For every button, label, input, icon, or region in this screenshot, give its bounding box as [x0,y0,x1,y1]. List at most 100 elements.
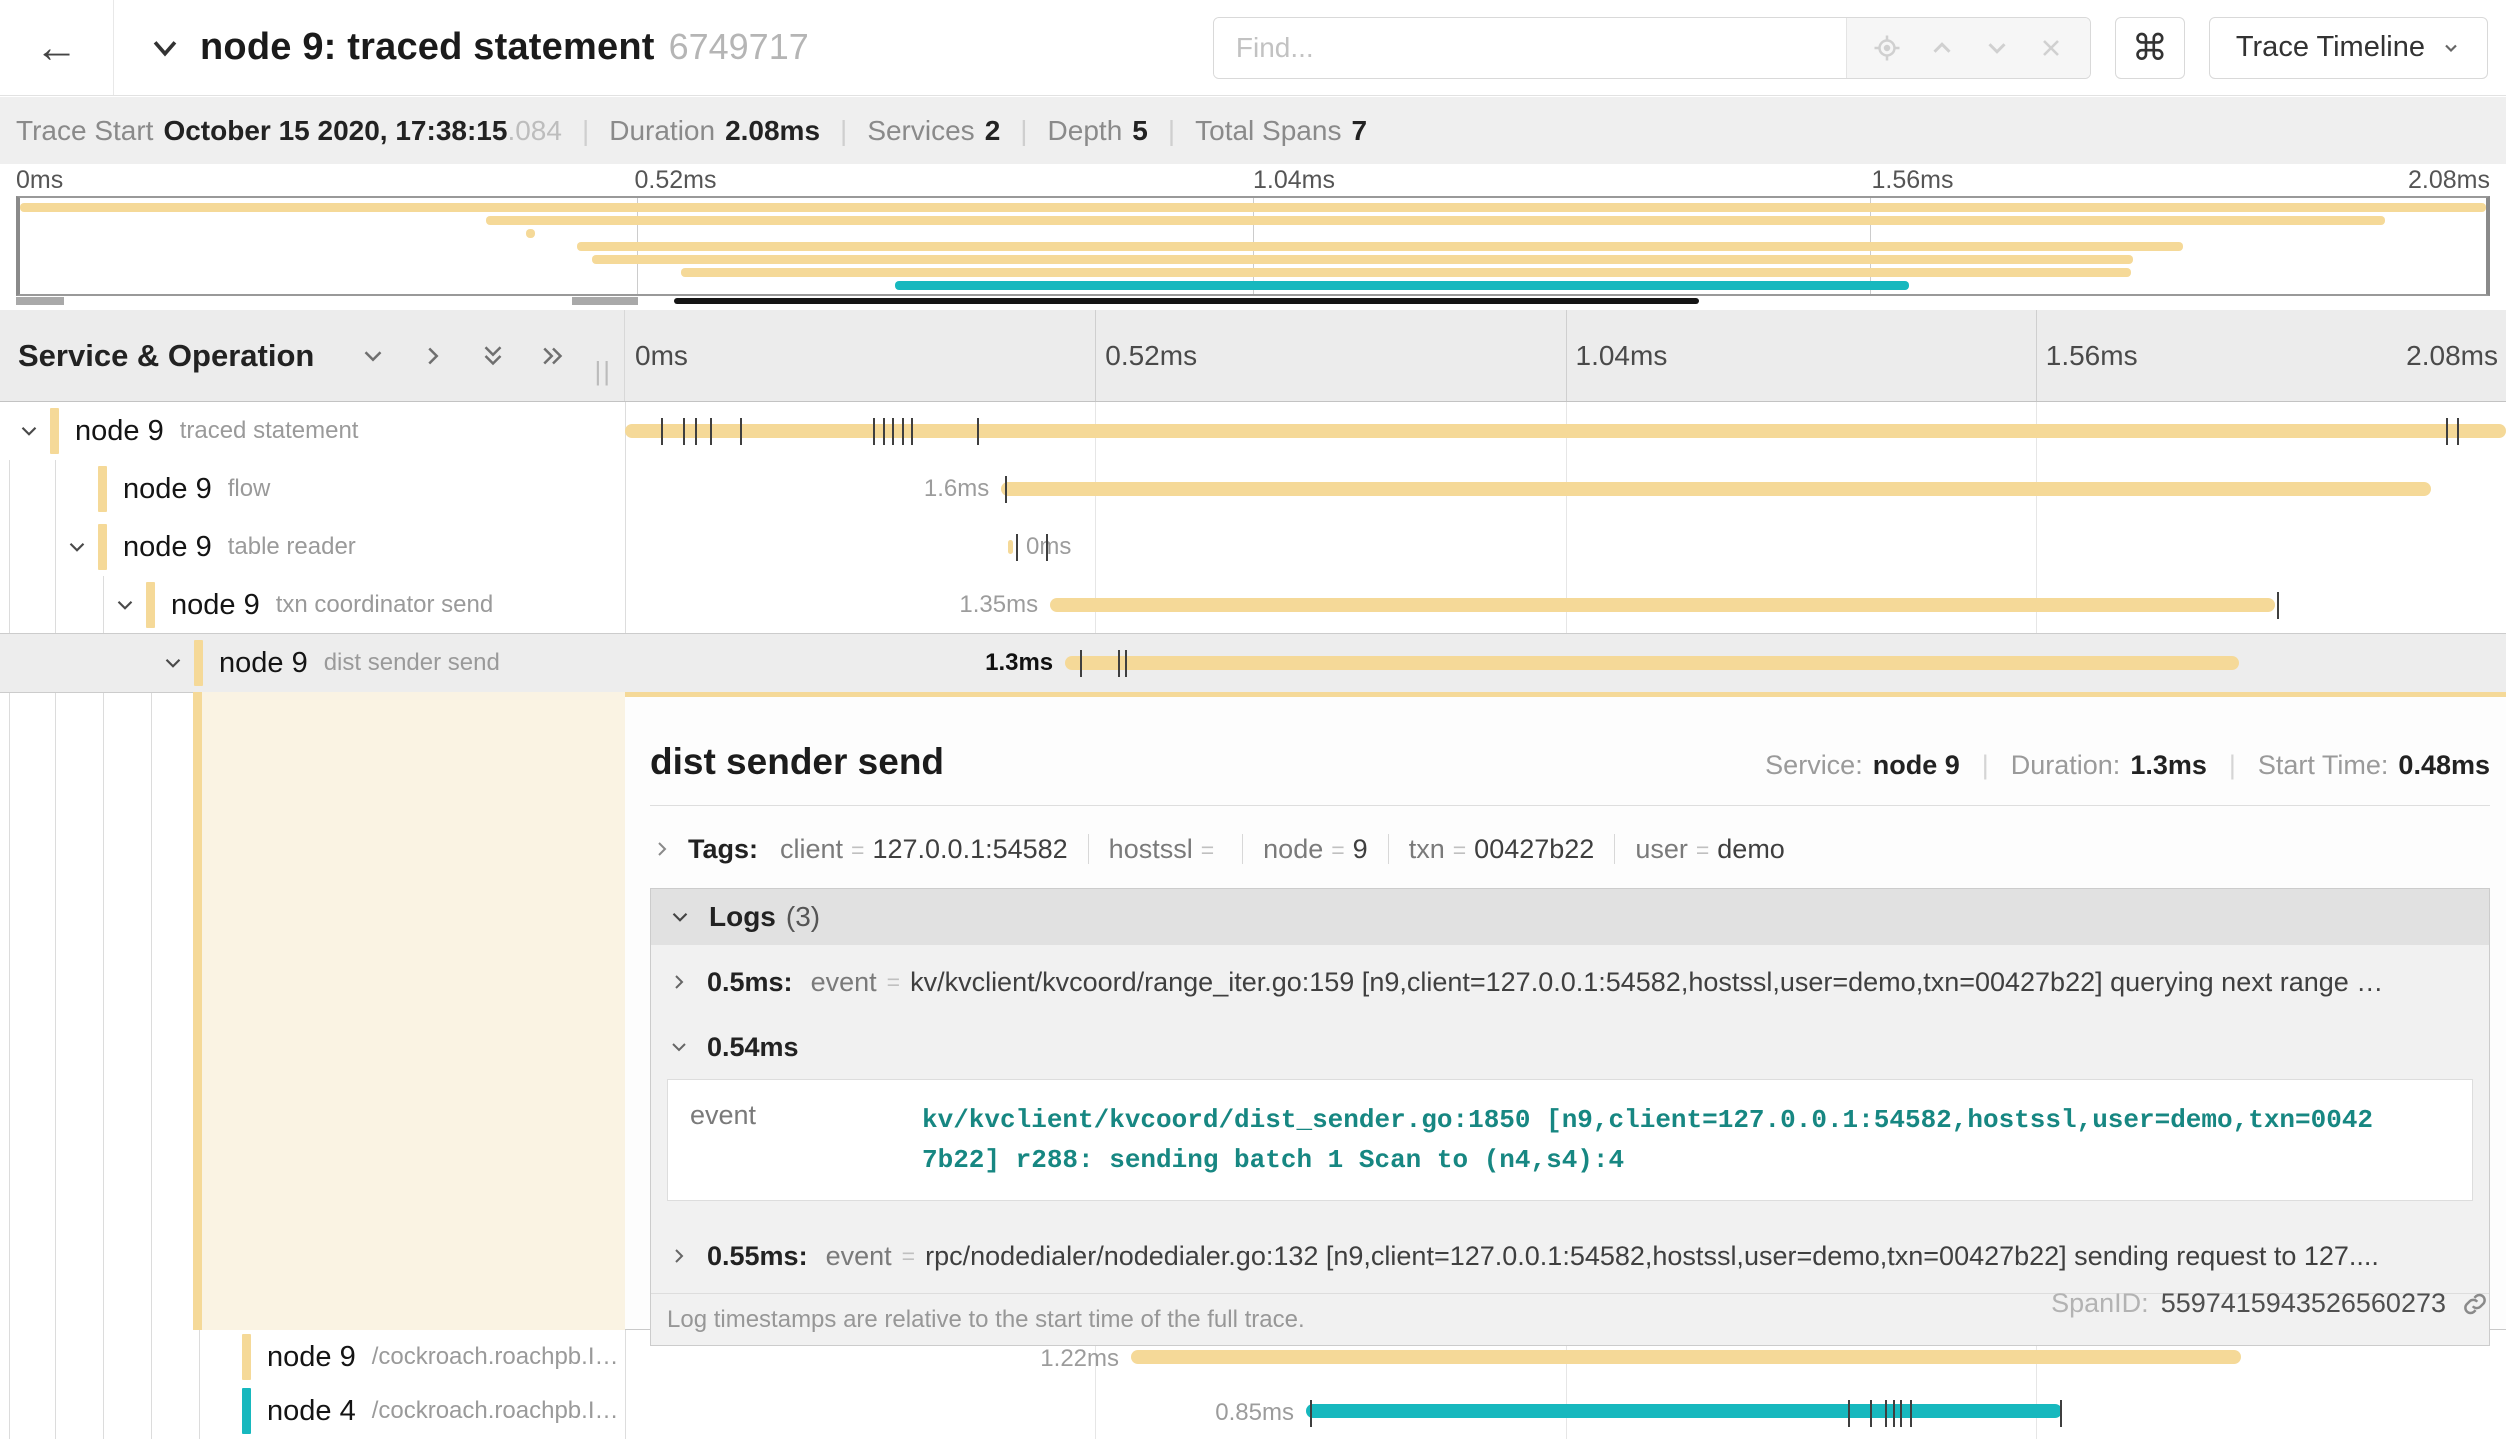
expand-one-icon[interactable] [418,341,448,371]
chevron-right-icon [667,970,691,994]
chevron-down-icon[interactable] [160,650,186,676]
trace-minimap: 0ms 0.52ms 1.04ms 1.56ms 2.08ms [0,164,2506,310]
detail-indent-strip [202,692,625,1330]
log-timestamp: 0.55ms: [707,1241,808,1272]
collapse-one-icon[interactable] [358,341,388,371]
find-clear-icon[interactable] [2037,34,2065,62]
minimap-scrubber-left[interactable] [16,297,64,305]
span-bar[interactable] [1131,1350,2241,1364]
trace-title: node 9: traced statement [200,26,655,68]
log-event-detail: event kv/kvclient/kvcoord/dist_sender.go… [667,1079,2473,1201]
operation-name: dist sender send [324,649,500,677]
span-bar[interactable] [1050,598,2275,612]
duration-label: 1.3ms [985,634,1065,692]
logs-count: (3) [786,901,820,933]
span-row-flow[interactable]: node 9 flow 1.6ms [0,460,2506,518]
span-detail-title: dist sender send [650,741,944,783]
minimap-scrollbar[interactable] [674,298,1699,304]
minimap-bars [20,198,2486,294]
minimap-scrubber-right[interactable] [572,297,638,305]
chevron-down-icon [2441,38,2461,58]
log-field-key: event [811,967,877,998]
span-rows: node 9 traced statement node 9 flow 1.6m… [0,402,2506,692]
log-entry-collapsed[interactable]: 0.55ms: event = rpc/nodedialer/nodediale… [651,1219,2489,1293]
log-field-value: rpc/nodedialer/nodedialer.go:132 [n9,cli… [925,1241,2379,1272]
log-field-key: event [668,1100,922,1180]
tag-client: client=127.0.0.1:54582 [780,834,1068,865]
logs-title: Logs [709,901,776,933]
chevron-down-icon [667,1035,691,1059]
locate-icon[interactable] [1872,33,1902,63]
logs-toggle-header[interactable]: Logs (3) [651,889,2489,945]
tags-label: Tags: [688,834,758,865]
column-resizer-handle[interactable]: || [594,356,612,387]
detail-accent-bar [193,692,202,1330]
log-field-key: event [826,1241,892,1272]
duration-label: 1.6ms [924,460,1001,518]
span-row-node4-batch[interactable]: node 4 /cockroach.roachpb.I… 0.85ms [0,1384,2506,1438]
find-next-icon[interactable] [1982,33,2012,63]
trace-timeline-page: ← node 9: traced statement 6749717 [0,0,2506,1439]
command-icon: ⌘ [2132,27,2168,69]
service-name: node 9 [123,531,212,564]
chevron-down-icon[interactable] [64,534,90,560]
find-input[interactable] [1214,18,1846,78]
back-button[interactable]: ← [0,0,114,95]
span-row-traced-statement[interactable]: node 9 traced statement [0,402,2506,460]
chevron-down-icon[interactable] [112,592,138,618]
operation-name: txn coordinator send [276,591,493,619]
view-dropdown-button[interactable]: Trace Timeline [2209,17,2488,79]
tag-hostssl: hostssl= [1109,834,1222,865]
page-header: ← node 9: traced statement 6749717 [0,0,2506,96]
back-arrow-icon: ← [35,23,79,73]
keyboard-shortcuts-button[interactable]: ⌘ [2115,17,2185,79]
find-prev-icon[interactable] [1927,33,1957,63]
chevron-right-icon [650,837,674,861]
log-entry-collapsed[interactable]: 0.5ms: event = kv/kvclient/kvcoord/range… [651,945,2489,1019]
operation-name: table reader [228,533,356,561]
chevron-right-icon [667,1244,691,1268]
log-entry-expanded-header[interactable]: 0.54ms [651,1019,2489,1075]
deep-link-icon[interactable] [2460,1289,2490,1319]
span-row-txn-coordinator-send[interactable]: node 9 txn coordinator send 1.35ms [0,576,2506,634]
span-detail-overview: Service:node 9 | Duration:1.3ms | Start … [1765,750,2490,781]
span-id-value: 5597415943526560273 [2161,1288,2446,1319]
span-bar[interactable] [1306,1404,2062,1418]
view-dropdown-label: Trace Timeline [2236,31,2425,64]
span-row-dist-sender-send[interactable]: node 9 dist sender send 1.3ms [0,634,2506,692]
duration-label: 1.35ms [959,576,1050,634]
trace-collapse-toggle-icon[interactable] [148,31,182,65]
service-name: node 9 [123,473,212,506]
trace-id: 6749717 [669,26,809,67]
service-name: node 9 [267,1341,356,1374]
service-name: node 9 [75,415,164,448]
log-field-value: kv/kvclient/kvcoord/dist_sender.go:1850 … [922,1100,2382,1180]
span-bar[interactable] [1001,482,2431,496]
operation-name: traced statement [180,417,359,445]
duration-label: 0.85ms [1215,1384,1306,1439]
span-bar[interactable] [1008,540,1014,554]
service-name: node 9 [171,589,260,622]
operation-name: /cockroach.roachpb.I… [372,1343,619,1371]
collapse-all-icon[interactable] [478,341,508,371]
operation-name: /cockroach.roachpb.I… [372,1397,619,1425]
span-id-label: SpanID: [2051,1288,2149,1319]
expand-all-icon[interactable] [538,341,568,371]
minimap-canvas[interactable] [16,196,2490,296]
service-name: node 9 [219,647,308,680]
span-rows-children: node 9 /cockroach.roachpb.I… 1.22ms node… [0,1330,2506,1439]
timeline-ruler: 0ms 0.52ms 1.04ms 1.56ms 2.08ms [625,310,2506,401]
timeline-column-header: Service & Operation || 0ms [0,310,2506,402]
chevron-down-icon[interactable] [16,418,42,444]
service-operation-header: Service & Operation [18,338,314,374]
span-bar[interactable] [1065,656,2239,670]
trace-summary-bar: Trace StartOctober 15 2020, 17:38:15.084… [0,97,2506,164]
span-detail-panel: dist sender send Service:node 9 | Durati… [625,692,2506,1330]
tag-node: node=9 [1263,834,1368,865]
span-row-table-reader[interactable]: node 9 table reader 0ms [0,518,2506,576]
span-bar[interactable] [625,424,2506,438]
log-timestamp: 0.5ms: [707,967,793,998]
logs-section: Logs (3) 0.5ms: event = kv/kvclient/kvco… [650,888,2490,1346]
tags-toggle-row[interactable]: Tags: client=127.0.0.1:54582 hostssl= no… [650,826,2490,872]
service-name: node 4 [267,1395,356,1428]
